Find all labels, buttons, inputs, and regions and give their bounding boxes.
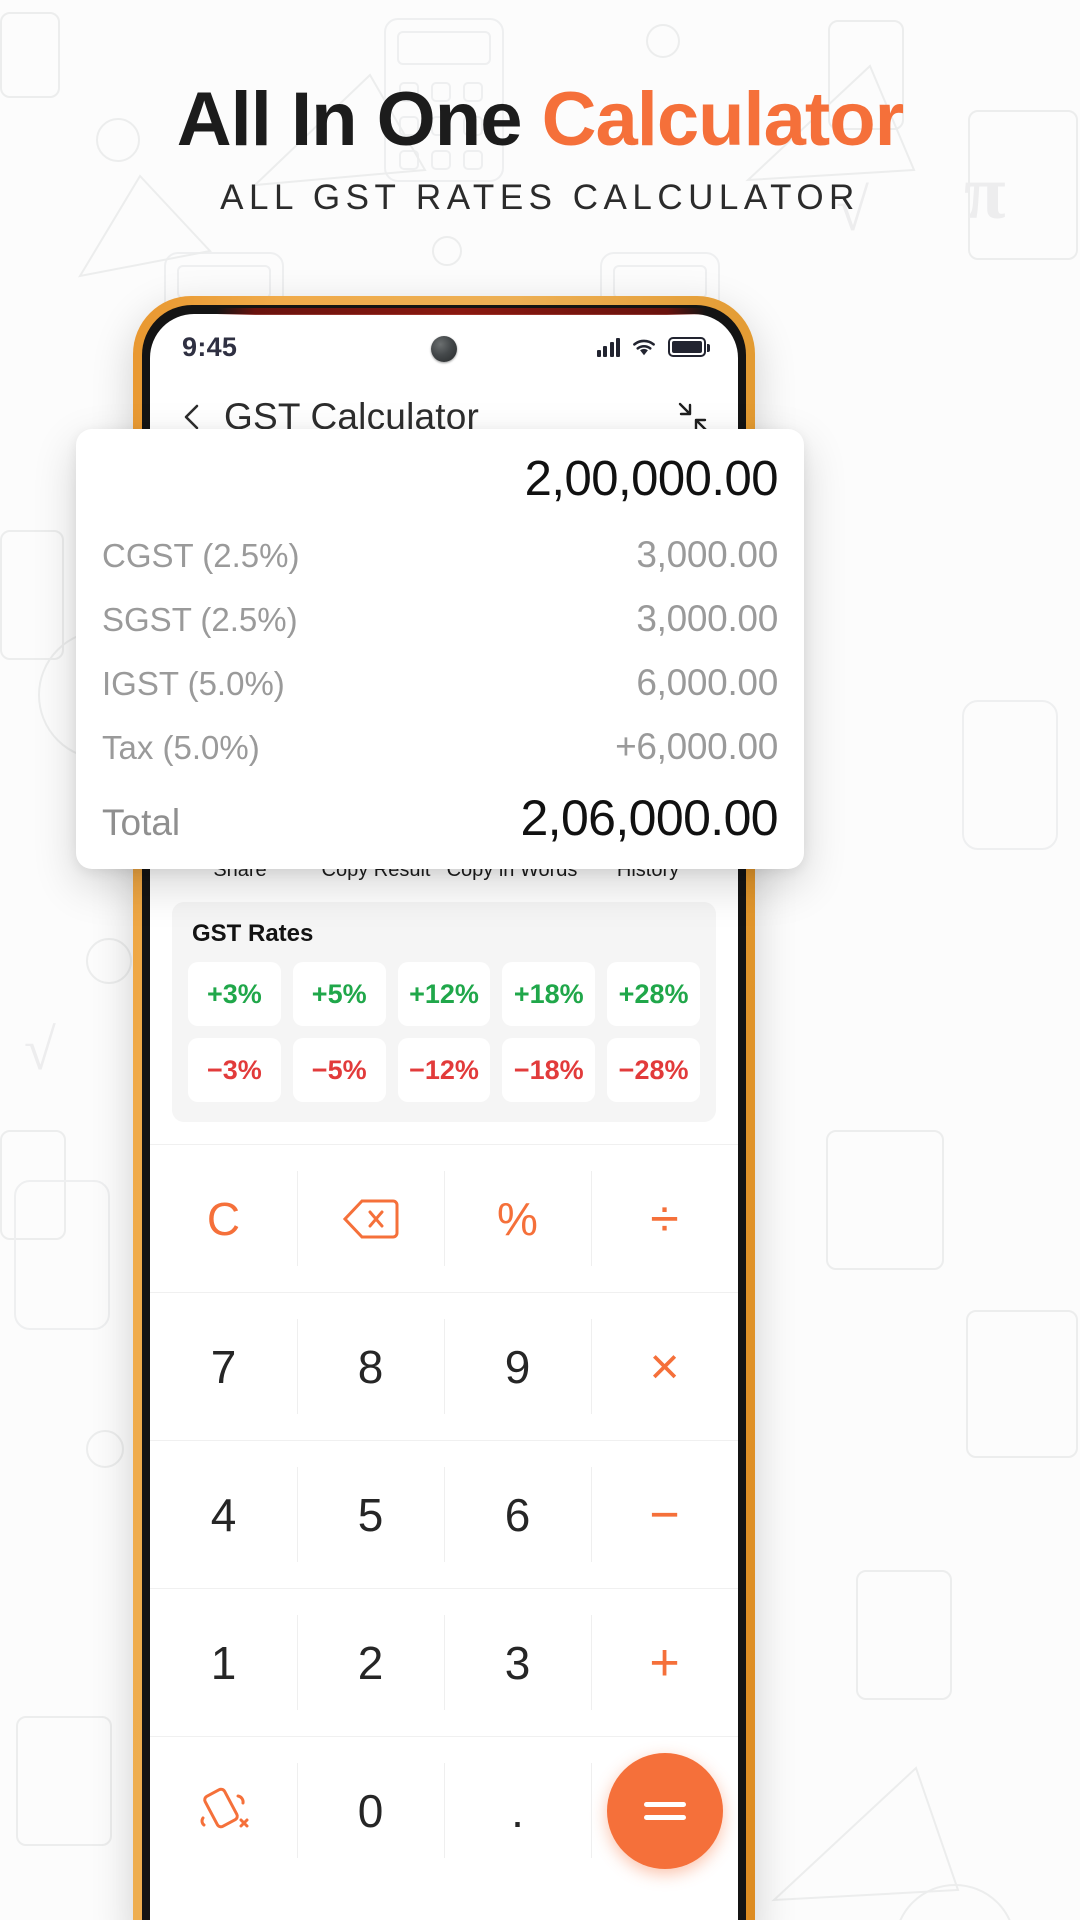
rotate-screen-icon [197, 1784, 251, 1838]
gst-rate-chip[interactable]: −5% [292, 1038, 386, 1102]
key-multiply[interactable]: × [591, 1293, 738, 1440]
key-4[interactable]: 4 [150, 1441, 297, 1588]
status-time: 9:45 [182, 331, 238, 362]
gst-rate-chip[interactable]: +18% [502, 962, 596, 1026]
keypad-row: 4 5 6 − [150, 1440, 738, 1588]
backspace-icon [342, 1198, 399, 1240]
status-icons [596, 337, 710, 357]
battery-icon [668, 337, 710, 357]
key-8[interactable]: 8 [297, 1293, 444, 1440]
equals-button[interactable] [606, 1752, 723, 1869]
result-row-label: SGST (2.5%) [102, 601, 298, 638]
result-row-label: Tax (5.0%) [102, 729, 260, 766]
gst-rate-chip[interactable]: +28% [607, 962, 700, 1026]
bezel-glare [216, 308, 706, 315]
gst-rate-chip[interactable]: +5% [292, 962, 386, 1026]
page-subtitle: ALL GST RATES CALCULATOR [220, 178, 860, 217]
back-chevron-icon[interactable] [178, 402, 208, 432]
key-7[interactable]: 7 [150, 1293, 297, 1440]
gst-rate-chip[interactable]: −28% [607, 1038, 700, 1102]
gst-rates-panel: GST Rates +3% +5% +12% +18% +28% −3% −5%… [172, 902, 716, 1122]
result-row-value: 6,000.00 [636, 662, 778, 703]
gst-rates-subtract-row: −3% −5% −12% −18% −28% [188, 1038, 700, 1102]
headline-primary: All In One [176, 77, 542, 162]
gst-rate-chip[interactable]: −18% [502, 1038, 596, 1102]
key-6[interactable]: 6 [444, 1441, 591, 1588]
total-value: 2,06,000.00 [520, 790, 778, 846]
key-percent[interactable]: % [444, 1145, 591, 1292]
key-equals[interactable] [591, 1737, 738, 1884]
keypad-row: 7 8 9 × [150, 1292, 738, 1440]
keypad-row: 1 2 3 + [150, 1588, 738, 1736]
key-add[interactable]: + [591, 1589, 738, 1736]
key-subtract[interactable]: − [591, 1441, 738, 1588]
gst-result-card: 2,00,000.00 CGST (2.5%) 3,000.00 SGST (2… [76, 429, 804, 869]
equals-icon [643, 1798, 686, 1824]
result-row-value: +6,000.00 [615, 726, 778, 767]
result-row-label: IGST (5.0%) [102, 665, 285, 702]
calculator-keypad: C % ÷ 7 8 9 × 4 5 6 − 1 2 3 + 0 . [150, 1144, 738, 1884]
wifi-icon [631, 338, 657, 357]
result-row-tax: Tax (5.0%) +6,000.00 [102, 715, 778, 779]
gst-rate-chip[interactable]: +3% [188, 962, 281, 1026]
result-row-sgst: SGST (2.5%) 3,000.00 [102, 587, 778, 651]
result-row-label: CGST (2.5%) [102, 537, 300, 574]
key-divide[interactable]: ÷ [591, 1145, 738, 1292]
keypad-row: C % ÷ [150, 1144, 738, 1292]
gst-rate-chip[interactable]: −12% [397, 1038, 491, 1102]
result-row-value: 3,000.00 [636, 598, 778, 639]
key-3[interactable]: 3 [444, 1589, 591, 1736]
promo-banner-screenshot: π √ √ All In One Calculator ALL GST RATE… [0, 0, 1080, 1920]
key-backspace[interactable] [297, 1145, 444, 1292]
result-row-value: 3,000.00 [636, 534, 778, 575]
result-row-igst: IGST (5.0%) 6,000.00 [102, 651, 778, 715]
total-label: Total [102, 802, 181, 843]
key-rotate-orientation[interactable] [150, 1737, 297, 1884]
key-1[interactable]: 1 [150, 1589, 297, 1736]
key-decimal[interactable]: . [444, 1737, 591, 1884]
status-bar: 9:45 [150, 314, 738, 380]
key-clear[interactable]: C [150, 1145, 297, 1292]
signal-icon [596, 337, 620, 357]
key-2[interactable]: 2 [297, 1589, 444, 1736]
front-camera [431, 336, 457, 362]
gst-rate-chip[interactable]: −3% [188, 1038, 281, 1102]
gst-rate-chip[interactable]: +12% [397, 962, 491, 1026]
base-amount-value: 2,00,000.00 [524, 452, 779, 506]
gst-rates-title: GST Rates [192, 920, 314, 947]
gst-rates-add-row: +3% +5% +12% +18% +28% [188, 962, 700, 1026]
key-5[interactable]: 5 [297, 1441, 444, 1588]
headline-accent: Calculator [541, 77, 905, 162]
keypad-row: 0 . [150, 1736, 738, 1884]
result-row-total: Total 2,06,000.00 [102, 779, 779, 853]
page-title: All In One Calculator [0, 76, 1080, 163]
result-row-cgst: CGST (2.5%) 3,000.00 [102, 523, 778, 587]
key-0[interactable]: 0 [297, 1737, 444, 1884]
key-9[interactable]: 9 [444, 1293, 591, 1440]
